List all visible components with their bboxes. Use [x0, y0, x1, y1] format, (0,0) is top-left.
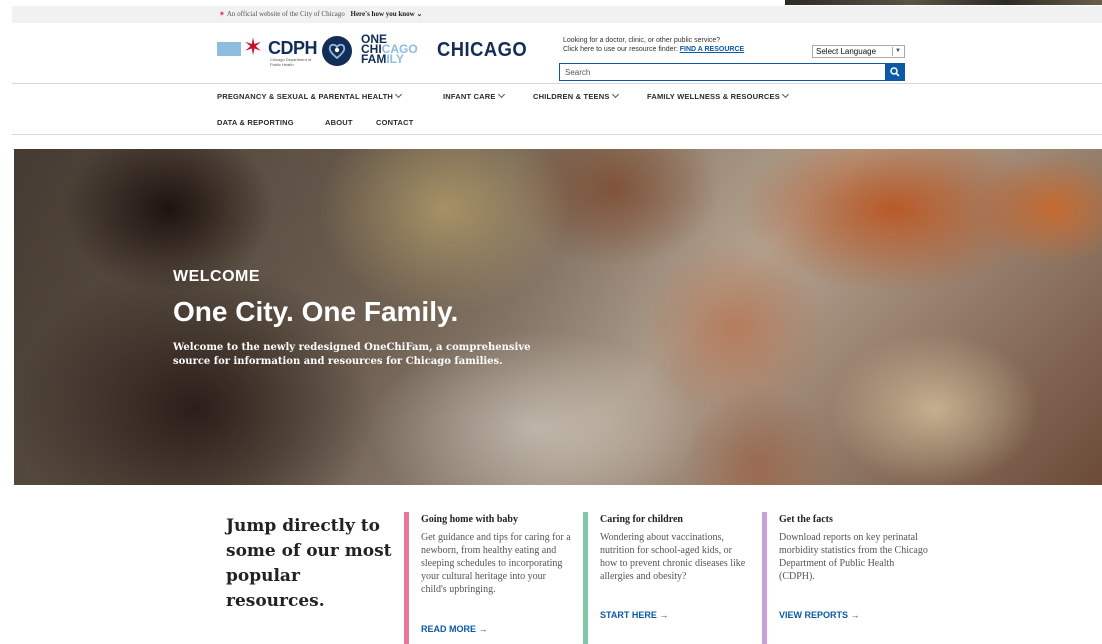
chicago-wordmark-logo[interactable]: CHICAGO	[437, 39, 527, 62]
resource-finder-prompt: Looking for a doctor, clinic, or other p…	[563, 37, 721, 44]
chevron-down-icon	[497, 90, 505, 99]
how-you-know-link[interactable]: Here's how you know ⌄	[351, 10, 423, 18]
resource-finder-text: Click here to use our resource finder:	[563, 46, 678, 53]
nav-item-family-wellness[interactable]: FAMILY WELLNESS & RESOURCES	[647, 90, 789, 101]
chevron-down-icon: ⌄	[416, 10, 423, 18]
card-accent-bar	[762, 512, 767, 644]
chevron-down-icon	[394, 90, 403, 99]
card-body-going-home: Get guidance and tips for caring for a n…	[421, 532, 571, 595]
nav-item-about[interactable]: ABOUT	[325, 118, 353, 127]
nav-item-infant-care[interactable]: INFANT CARE	[443, 90, 505, 101]
find-a-resource-link[interactable]: FIND A RESOURCE	[680, 46, 744, 53]
resources-heading: Jump directly to some of our most popula…	[226, 516, 392, 611]
chevron-down-icon	[781, 90, 789, 99]
nav-divider-top	[12, 83, 1102, 84]
cdph-logo-subtitle: Chicago Department of Public Health	[270, 57, 312, 67]
ocf-heart-emblem-icon	[322, 36, 352, 66]
chicago-flag-bars-icon	[217, 42, 241, 56]
card-body-get-facts: Download reports on key perinatal morbid…	[779, 532, 928, 582]
dropdown-arrow-icon: ▼	[892, 47, 903, 56]
official-banner-label: An official website of the City of Chica…	[226, 10, 345, 18]
start-here-link[interactable]: START HERE →	[600, 610, 668, 620]
hero-title: One City. One Family.	[173, 296, 459, 327]
card-title-going-home: Going home with baby	[421, 514, 518, 525]
search-button[interactable]	[885, 63, 905, 81]
language-select[interactable]: Select Language ▼	[812, 45, 905, 58]
chicago-flag-star-icon: ✶	[243, 34, 264, 61]
view-reports-link[interactable]: VIEW REPORTS →	[779, 610, 860, 620]
hero-eyebrow: WELCOME	[173, 268, 261, 285]
official-banner	[12, 6, 1102, 23]
chicago-star-icon: ✶	[219, 10, 225, 18]
nav-item-contact[interactable]: CONTACT	[376, 118, 414, 127]
corner-photo-strip	[785, 0, 1102, 5]
official-banner-text: ✶ An official website of the City of Chic…	[219, 10, 422, 18]
nav-item-children-teens[interactable]: CHILDREN & TEENS	[533, 90, 619, 101]
card-title-get-facts: Get the facts	[779, 514, 833, 525]
language-select-value: Select Language	[816, 47, 877, 56]
nav-item-data-reporting[interactable]: DATA & REPORTING	[217, 118, 294, 127]
search-placeholder: Search	[565, 68, 591, 77]
cdph-logo[interactable]: CDPH	[268, 38, 318, 59]
search-icon	[890, 67, 900, 77]
search-input[interactable]	[559, 63, 886, 81]
read-more-link[interactable]: READ MORE →	[421, 624, 488, 634]
card-accent-bar	[404, 512, 409, 644]
chevron-down-icon	[611, 90, 619, 99]
resource-finder-line: Click here to use our resource finder: F…	[563, 46, 744, 53]
nav-divider-bottom	[12, 134, 1102, 135]
hero-description: Welcome to the newly redesigned OneChiFa…	[173, 342, 531, 367]
card-body-caring-children: Wondering about vaccinations, nutrition …	[600, 532, 746, 582]
nav-item-pregnancy[interactable]: PREGNANCY & SEXUAL & PARENTAL HEALTH	[217, 90, 403, 101]
card-accent-bar	[583, 512, 588, 644]
one-chicago-family-logo[interactable]: ONE CHICAGO FAMILY	[361, 33, 418, 65]
card-title-caring-children: Caring for children	[600, 514, 683, 525]
